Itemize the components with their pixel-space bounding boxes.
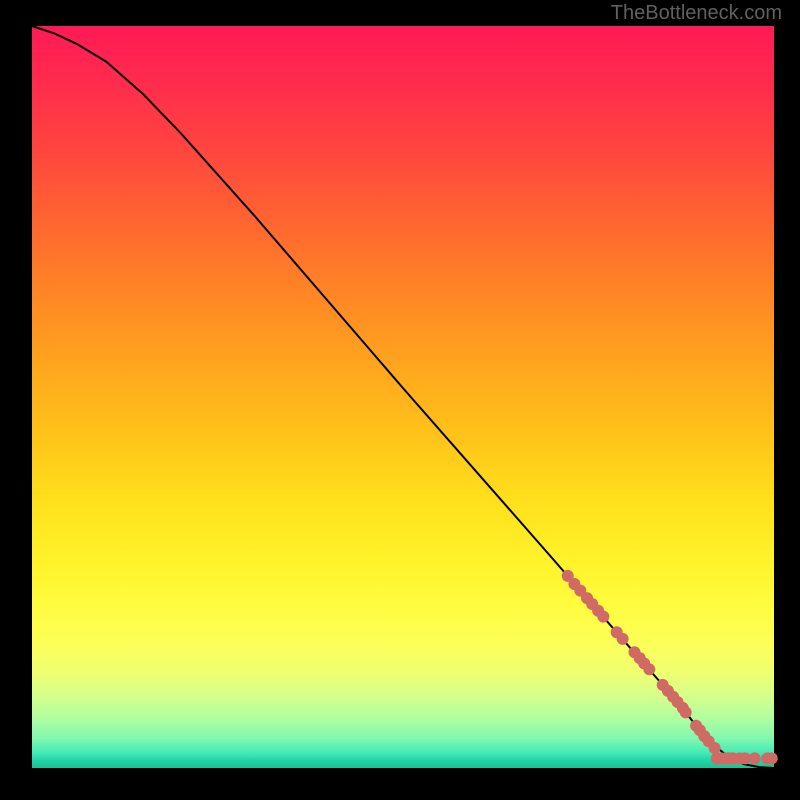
attribution-text: TheBottleneck.com — [611, 2, 782, 25]
data-marker — [749, 752, 761, 764]
markers-group — [562, 570, 778, 765]
data-marker — [766, 752, 778, 764]
data-marker — [643, 663, 655, 675]
data-marker — [680, 706, 692, 718]
chart-overlay — [32, 26, 774, 768]
bottleneck-curve — [32, 26, 774, 768]
data-marker — [709, 742, 721, 754]
data-marker — [597, 611, 609, 623]
data-marker — [617, 633, 629, 645]
